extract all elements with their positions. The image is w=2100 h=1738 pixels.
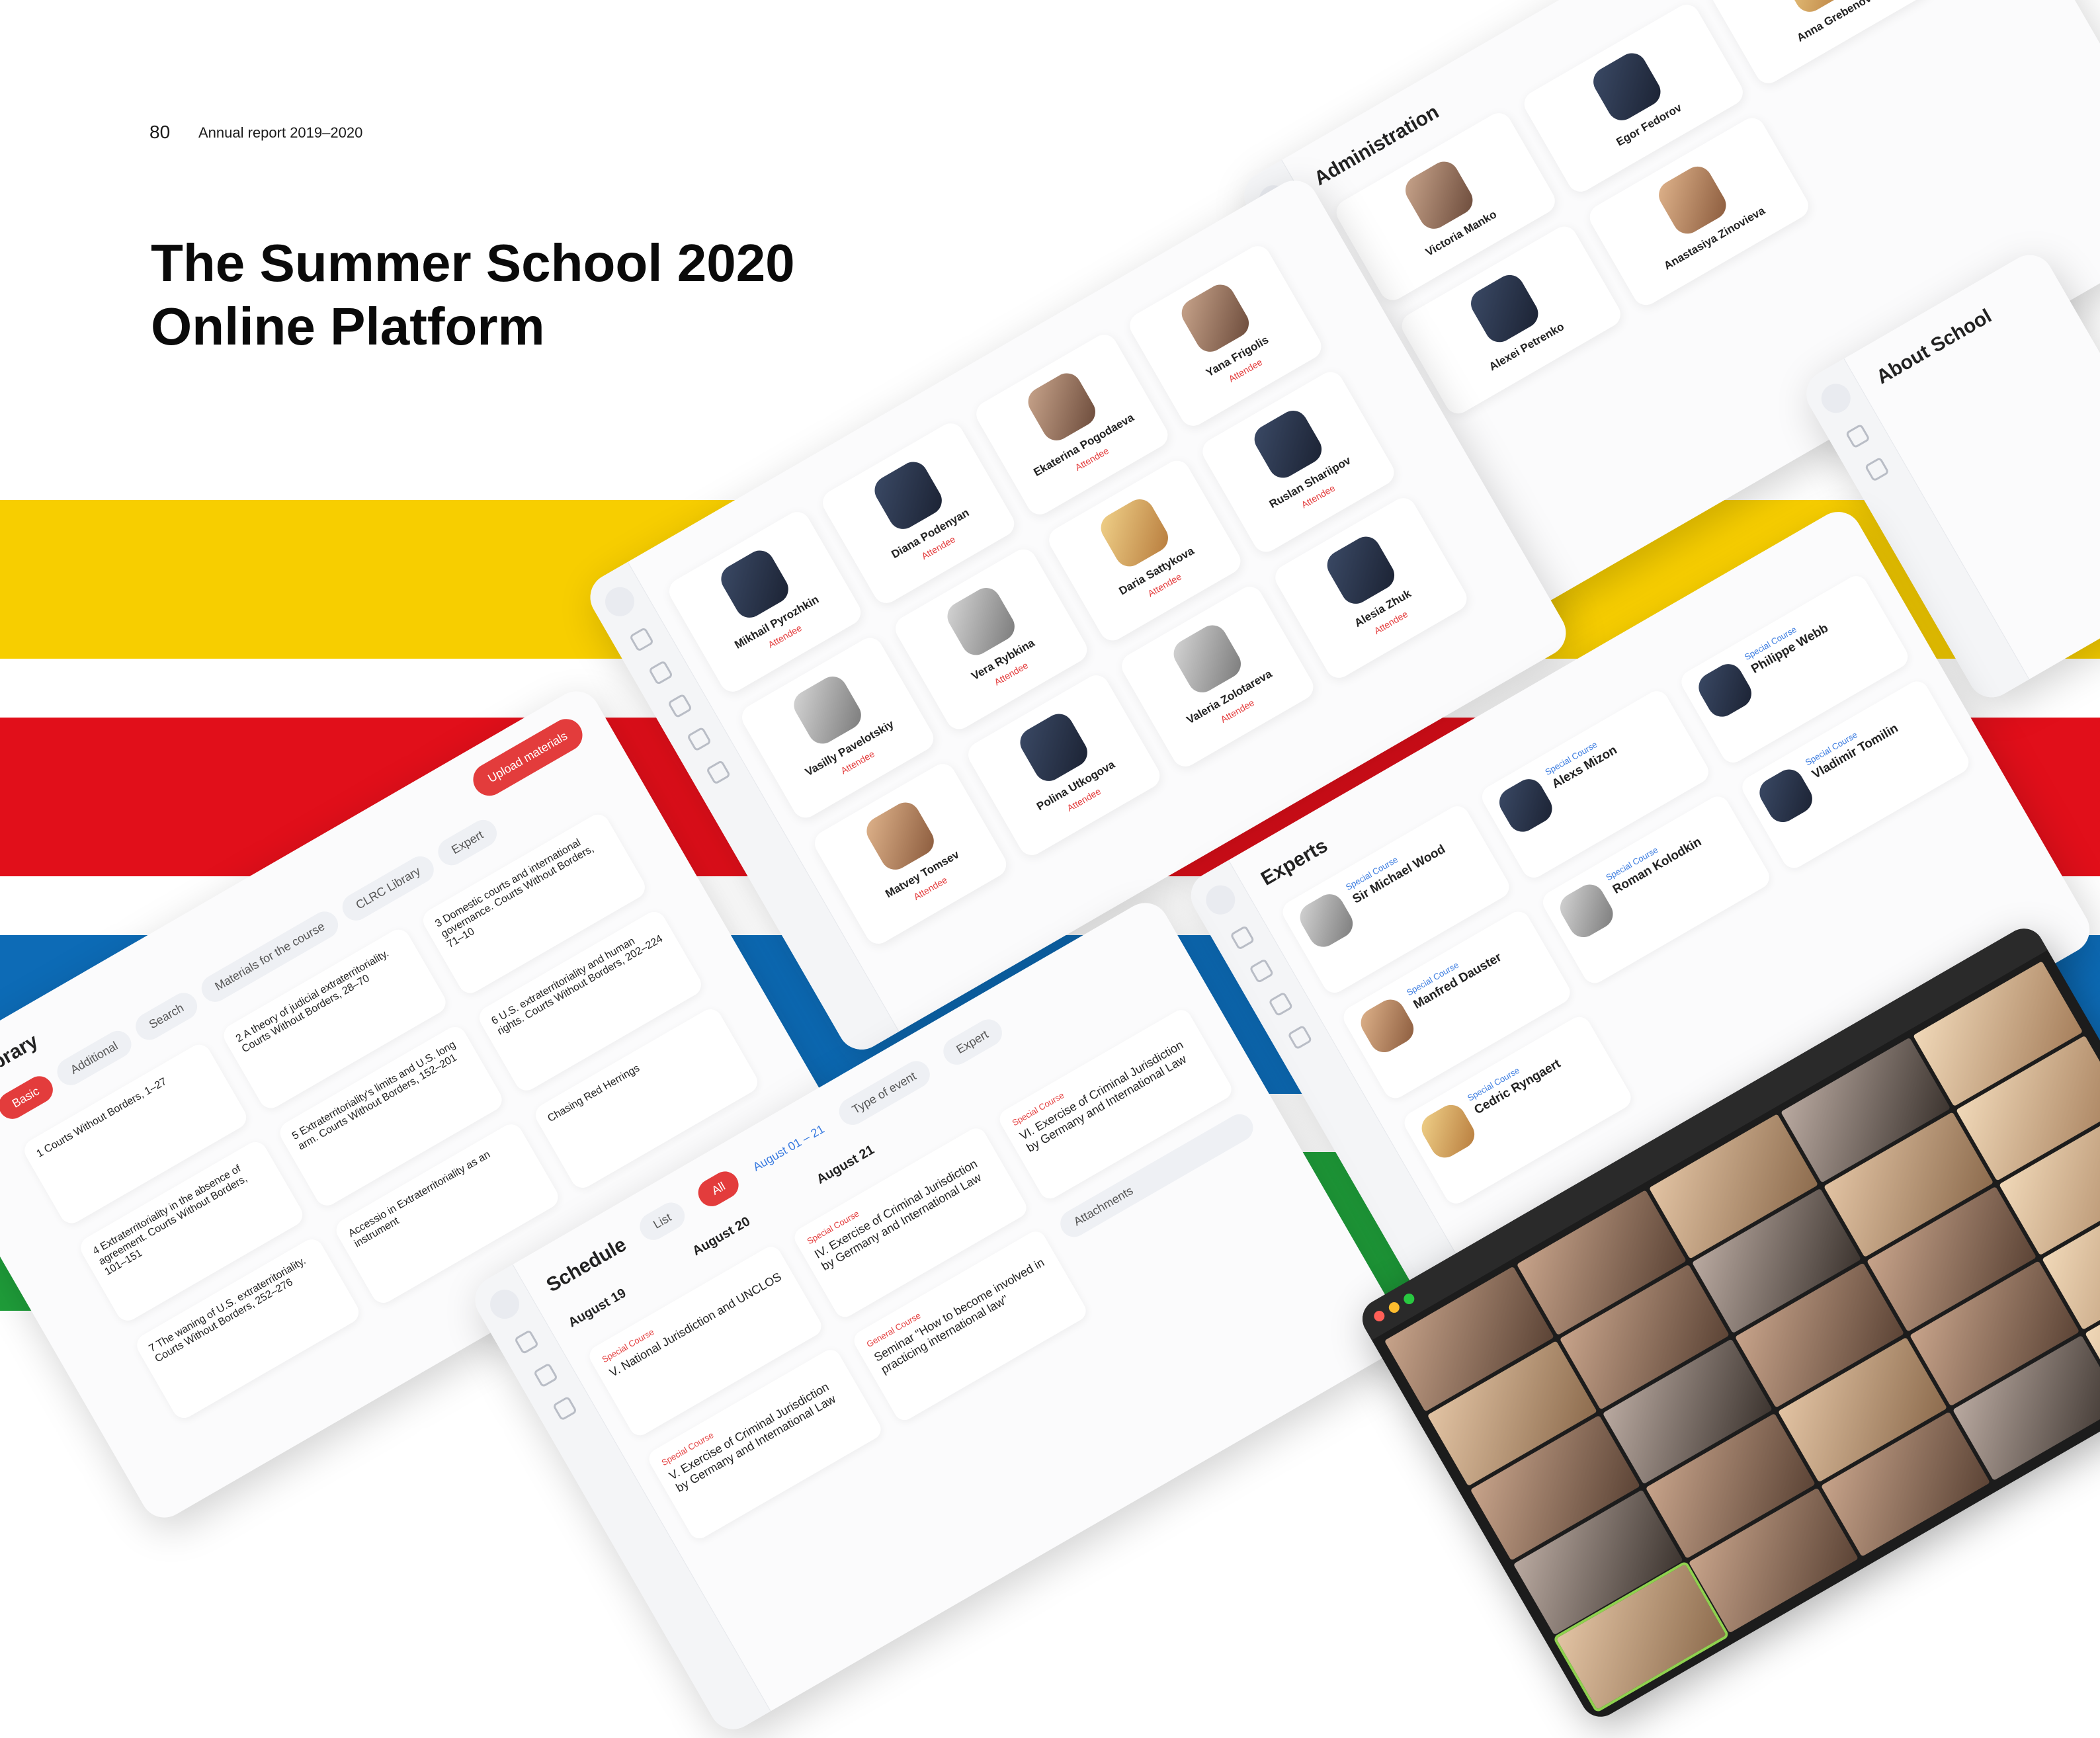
day-label: August 21 [814,1142,877,1187]
home-icon[interactable] [1230,925,1255,951]
avatar [1416,1099,1480,1163]
view-list[interactable]: List [635,1197,691,1245]
event-card[interactable]: Special Course VI. Exercise of Criminal J… [995,1006,1236,1203]
logo [1816,378,1856,419]
date-range[interactable]: August 01 – 21 [751,1122,827,1175]
title-line-1: The Summer School 2020 [151,233,795,292]
home-icon[interactable] [1845,423,1870,449]
maximize-icon[interactable] [1402,1292,1417,1306]
minimize-icon[interactable] [1386,1300,1402,1315]
expert-filter[interactable]: Expert [433,815,502,870]
avatar [1493,774,1558,837]
tab-additional[interactable]: Additional [52,1026,137,1091]
avatar [1294,889,1359,952]
tab-basic[interactable]: Basic [0,1071,58,1124]
calendar-icon[interactable] [648,660,674,686]
users-icon[interactable] [686,726,712,752]
experts-title: Experts [1257,835,1331,890]
avatar [1754,764,1818,828]
book-icon[interactable] [552,1395,578,1421]
chat-icon[interactable] [705,759,732,785]
event-title: VI. Exercise of Criminal Jurisdiction by… [1017,1038,1189,1155]
page-title: The Summer School 2020 Online Platform [151,231,795,358]
calendar-icon[interactable] [532,1362,559,1388]
view-all[interactable]: All [693,1166,744,1212]
book-icon[interactable] [667,693,693,719]
person-card[interactable]: Anna Grebenova [1707,0,1936,89]
person-name: Anna Grebenova [1794,0,1879,44]
page-number: 80 [149,122,171,142]
day-label: August 19 [566,1286,629,1331]
day-label: August 20 [690,1214,753,1259]
calendar-icon[interactable] [1249,958,1275,984]
close-icon[interactable] [1372,1309,1387,1323]
home-icon[interactable] [513,1329,540,1355]
search-input[interactable]: Search [130,987,202,1045]
logo [484,1284,525,1325]
users-icon[interactable] [1287,1024,1313,1050]
book-icon[interactable] [1268,991,1294,1017]
avatar [1554,879,1618,943]
expert-filter[interactable]: Expert [938,1014,1007,1070]
calendar-icon[interactable] [1864,456,1890,482]
event-tag: Special Course [600,1327,656,1365]
home-icon[interactable] [628,626,655,653]
logo [1200,880,1241,920]
avatar [1355,994,1419,1058]
report-label: Annual report 2019–2020 [198,124,363,141]
avatar [1693,659,1757,722]
logo [599,581,640,622]
title-line-2: Online Platform [151,297,545,356]
